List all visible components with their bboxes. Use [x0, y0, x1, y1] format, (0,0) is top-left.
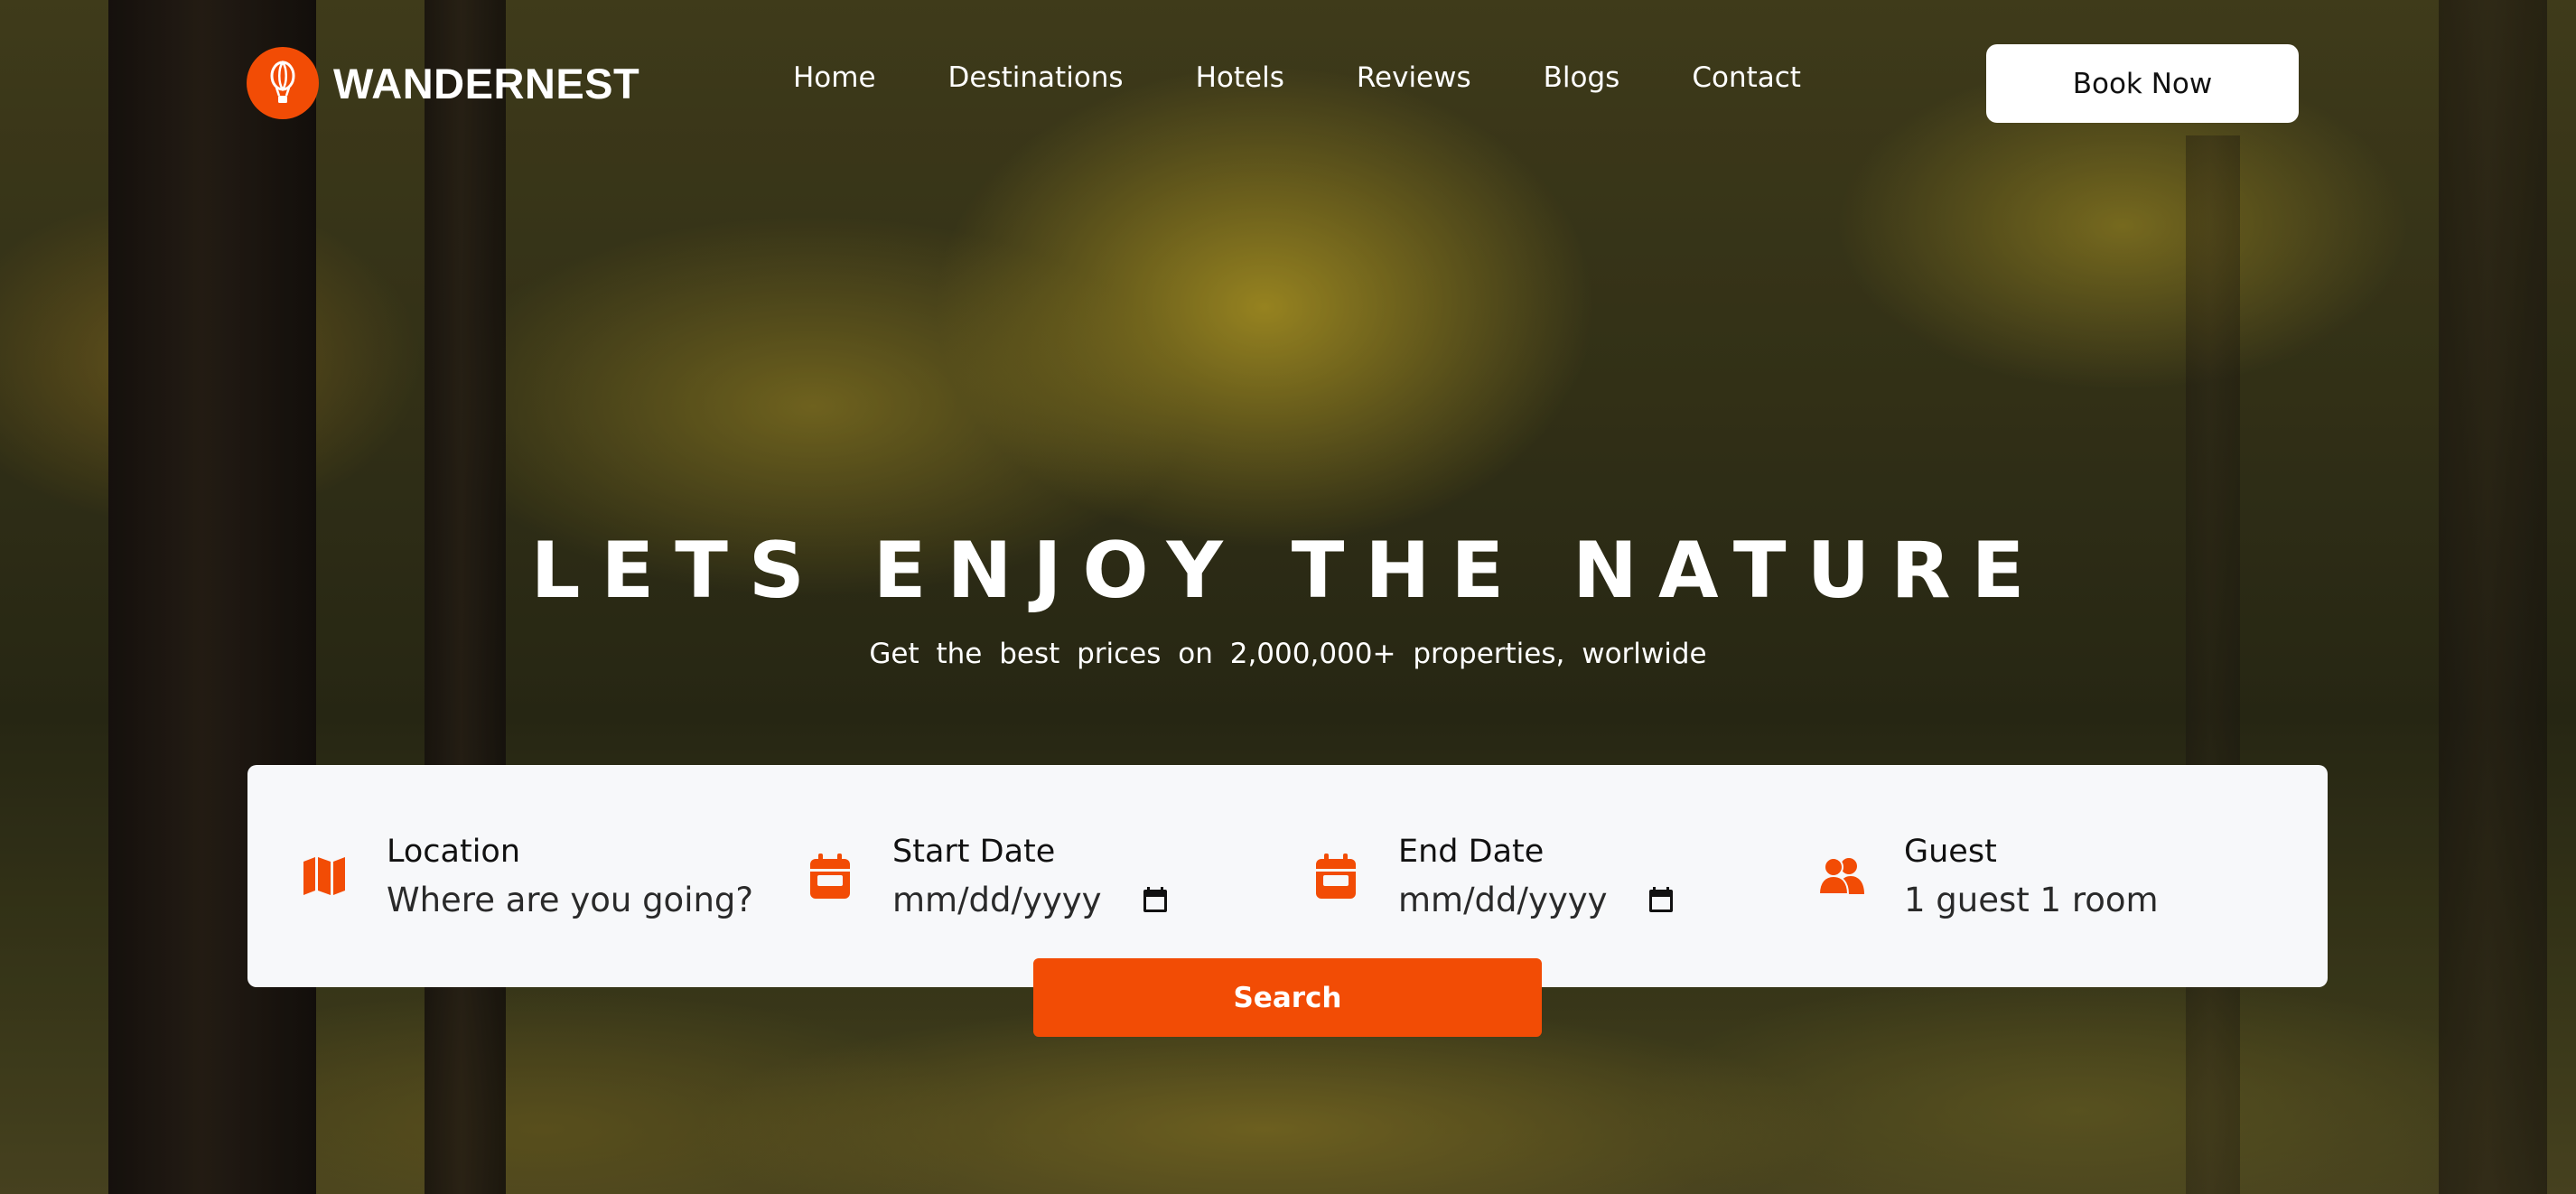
- calendar-picker-icon[interactable]: [1647, 886, 1675, 913]
- end-date-field[interactable]: End Date mm/dd/yyyy: [1311, 765, 1675, 987]
- search-button[interactable]: Search: [1033, 958, 1542, 1037]
- guest-label: Guest: [1904, 833, 1997, 870]
- search-panel: Location Where are you going? Start Date…: [247, 765, 2328, 987]
- start-date-label: Start Date: [892, 833, 1056, 870]
- end-date-input[interactable]: mm/dd/yyyy: [1398, 881, 1608, 919]
- brand-logo[interactable]: WANDERNEST: [247, 47, 639, 119]
- start-date-field[interactable]: Start Date mm/dd/yyyy: [806, 765, 1169, 987]
- location-field[interactable]: Location Where are you going?: [300, 765, 753, 987]
- book-now-button[interactable]: Book Now: [1986, 44, 2299, 123]
- calendar-icon: [806, 852, 854, 900]
- brand-name: WANDERNEST: [333, 59, 640, 107]
- nav-contact[interactable]: Contact: [1692, 61, 1801, 94]
- hot-air-balloon-icon: [247, 47, 319, 119]
- location-label: Location: [387, 833, 521, 870]
- calendar-icon: [1311, 852, 1360, 900]
- page: WANDERNEST Home Destinations Hotels Revi…: [0, 0, 2576, 1194]
- nav-reviews[interactable]: Reviews: [1357, 61, 1471, 94]
- nav-home[interactable]: Home: [793, 61, 876, 94]
- hero-title: LETS ENJOY THE NATURE: [530, 526, 2046, 616]
- end-date-label: End Date: [1398, 833, 1545, 870]
- main-nav: Home Destinations Hotels Reviews Blogs C…: [793, 61, 1801, 94]
- map-icon: [300, 852, 349, 900]
- calendar-picker-icon[interactable]: [1142, 886, 1169, 913]
- hero-subtitle: Get the best prices on 2,000,000+ proper…: [869, 638, 1707, 670]
- nav-blogs[interactable]: Blogs: [1544, 61, 1620, 94]
- location-input[interactable]: Where are you going?: [387, 881, 753, 919]
- start-date-input[interactable]: mm/dd/yyyy: [892, 881, 1102, 919]
- guest-field[interactable]: Guest 1 guest 1 room: [1817, 765, 2159, 987]
- guest-input[interactable]: 1 guest 1 room: [1904, 881, 2159, 919]
- nav-destinations[interactable]: Destinations: [948, 61, 1124, 94]
- users-icon: [1817, 852, 1866, 900]
- nav-hotels[interactable]: Hotels: [1196, 61, 1284, 94]
